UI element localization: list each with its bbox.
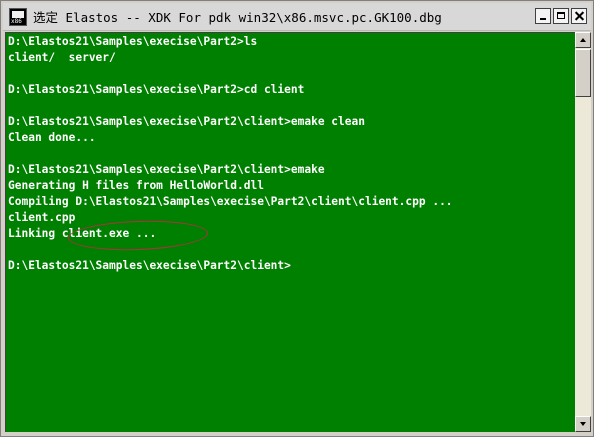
close-icon[interactable] (571, 8, 587, 24)
scroll-up-icon[interactable] (575, 32, 591, 48)
console-output[interactable]: D:\Elastos21\Samples\execise\Part2>ls cl… (5, 32, 575, 433)
console-line: Generating H files from HelloWorld.dll (8, 179, 264, 192)
console-line: D:\Elastos21\Samples\execise\Part2>ls (8, 35, 258, 48)
minimize-icon[interactable] (535, 8, 551, 24)
window-title: 选定 Elastos -- XDK For pdk win32\x86.msvc… (33, 10, 442, 25)
maximize-icon[interactable] (553, 8, 569, 24)
app-icon-label: x86 (11, 17, 22, 25)
console-app-icon[interactable]: x86 (9, 7, 27, 26)
console-window: x86 选定 Elastos -- XDK For pdk win32\x86.… (0, 0, 594, 437)
scrollbar-thumb[interactable] (575, 49, 591, 97)
console-prompt: D:\Elastos21\Samples\execise\Part2\clien… (8, 259, 291, 272)
highlight-ellipse-annotation (67, 218, 209, 253)
bottom-frame (5, 432, 591, 436)
console-line: D:\Elastos21\Samples\execise\Part2\clien… (8, 115, 365, 128)
console-line: D:\Elastos21\Samples\execise\Part2\clien… (8, 163, 325, 176)
console-line: Clean done... (8, 131, 96, 144)
console-line: client/ server/ (8, 51, 116, 64)
console-line: Compiling D:\Elastos21\Samples\execise\P… (8, 195, 453, 208)
console-line: D:\Elastos21\Samples\execise\Part2>cd cl… (8, 83, 305, 96)
scroll-down-icon[interactable] (575, 416, 591, 432)
console-line: client.cpp (8, 211, 76, 224)
vertical-scrollbar[interactable] (575, 32, 591, 432)
window-controls (535, 8, 587, 24)
title-bar[interactable]: x86 选定 Elastos -- XDK For pdk win32\x86.… (3, 3, 591, 31)
